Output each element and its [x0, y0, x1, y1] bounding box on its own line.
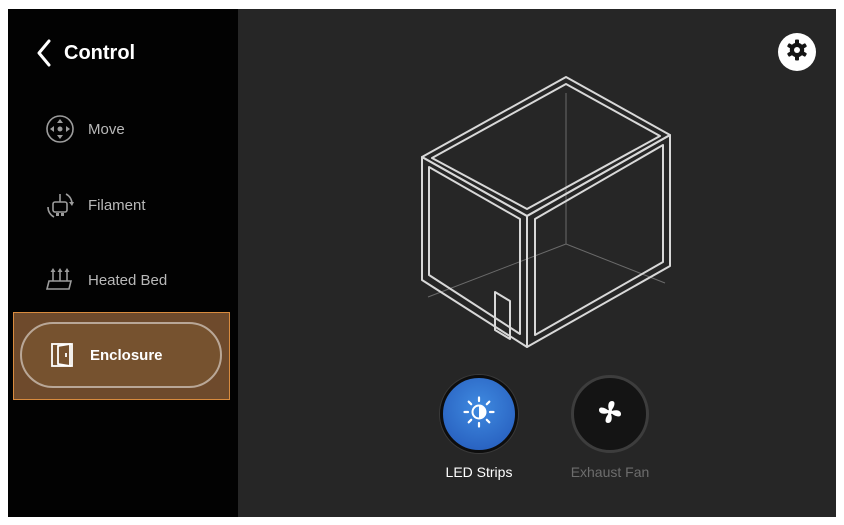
led-strips-label: LED Strips	[445, 464, 513, 480]
sidebar-item-label: Filament	[88, 196, 146, 214]
page-title: Control	[64, 41, 136, 64]
sidebar-item-move[interactable]: Move	[28, 102, 238, 156]
sidebar-item-label: Move	[88, 120, 125, 138]
led-strips-button[interactable]	[440, 375, 518, 453]
exhaust-fan-label: Exhaust Fan	[570, 464, 650, 480]
control-screen: Control Move Filament Heated Bed Enclosu…	[8, 9, 836, 517]
enclosure-illustration	[421, 76, 671, 348]
heated-bed-icon	[44, 264, 76, 296]
sidebar-item-heated-bed[interactable]: Heated Bed	[28, 253, 238, 307]
chevron-left-icon[interactable]	[36, 39, 52, 67]
move-arrows-icon	[44, 113, 76, 145]
sidebar-item-enclosure[interactable]: Enclosure	[20, 322, 222, 388]
sidebar: Control Move Filament Heated Bed Enclosu…	[8, 9, 238, 517]
sidebar-item-label: Enclosure	[90, 346, 163, 364]
sidebar-item-filament[interactable]: Filament	[28, 178, 238, 232]
filament-spool-icon	[44, 189, 76, 221]
back-header[interactable]: Control	[36, 37, 135, 69]
settings-button[interactable]	[778, 33, 816, 71]
sidebar-item-label: Heated Bed	[88, 271, 168, 289]
fan-icon	[595, 397, 625, 432]
gear-icon	[785, 38, 809, 67]
exhaust-fan-button[interactable]	[571, 375, 649, 453]
enclosure-door-icon	[46, 339, 78, 371]
brightness-icon	[462, 395, 496, 434]
